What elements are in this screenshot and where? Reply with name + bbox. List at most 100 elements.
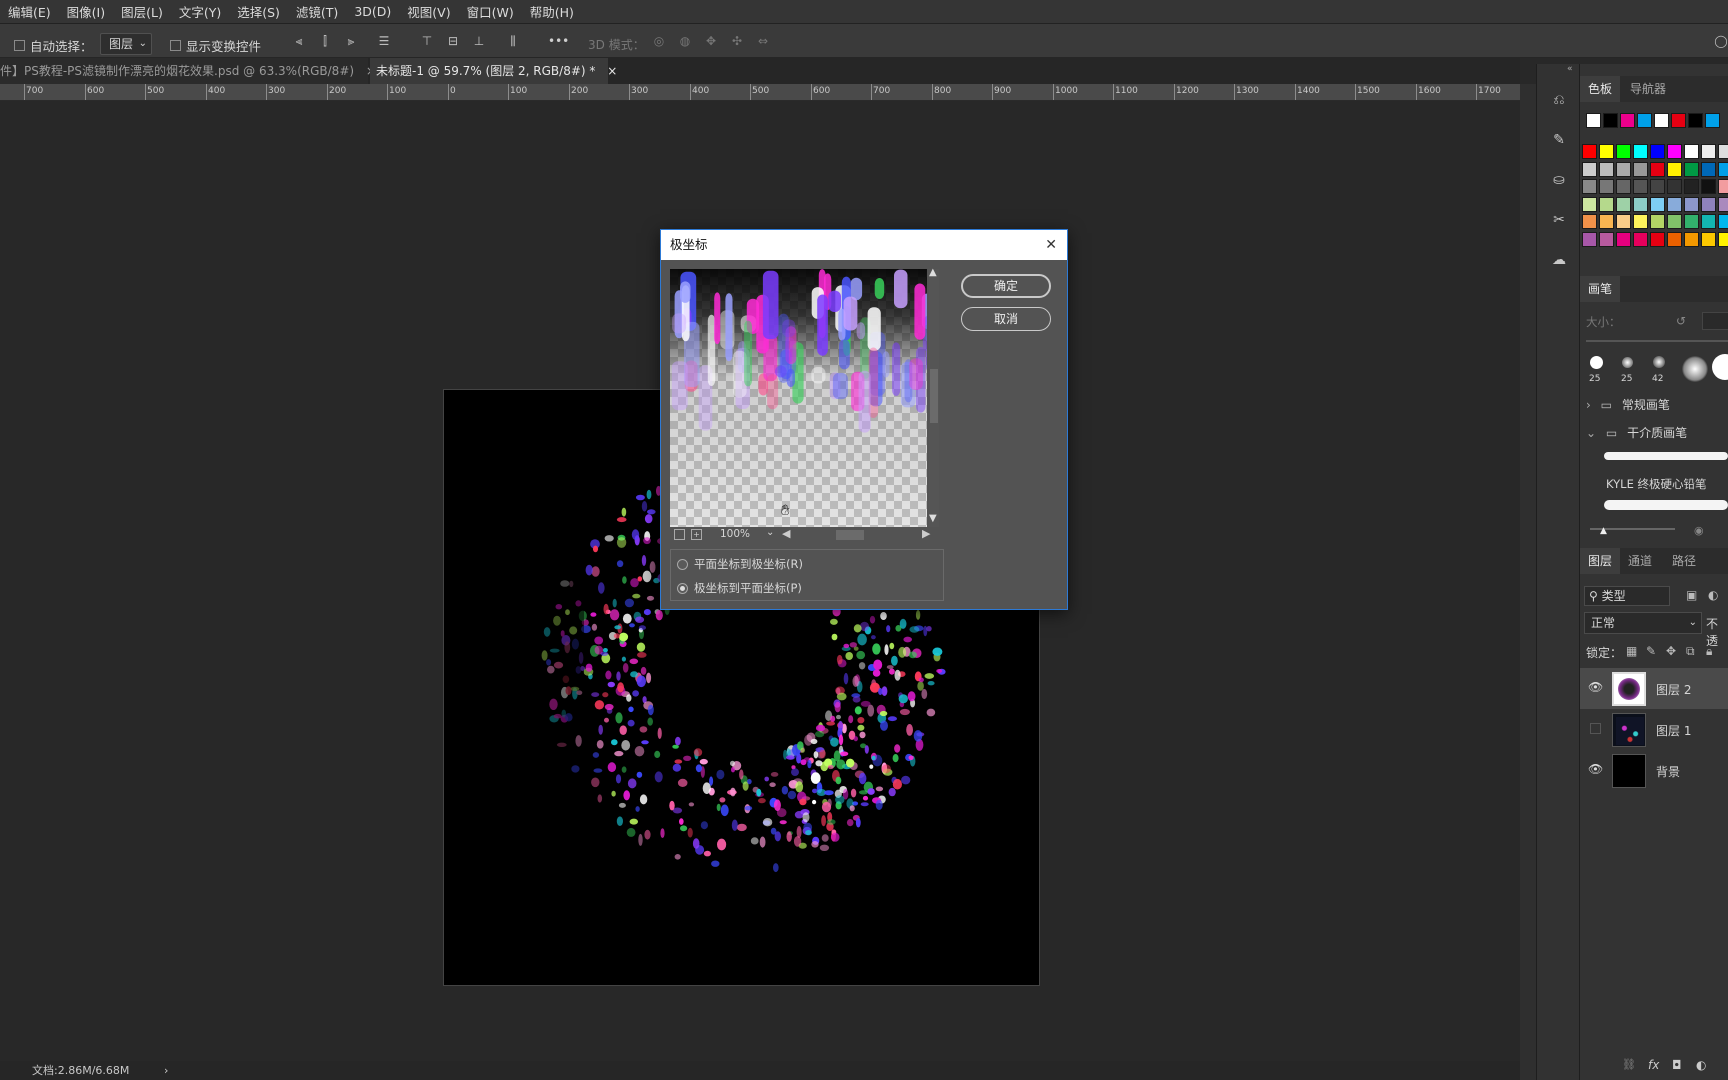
swatch[interactable]	[1599, 196, 1614, 212]
tab-fireworks-psd[interactable]: 件】PS教程-PS滤镜制作漂亮的烟花效果.psd @ 63.3%(RGB/8#)…	[0, 58, 376, 84]
swatch[interactable]	[1616, 214, 1631, 229]
tab-swatches[interactable]: 色板	[1580, 76, 1621, 102]
swatch[interactable]	[1667, 144, 1682, 159]
link-icon[interactable]: ⛓	[1622, 1058, 1636, 1071]
history-icon[interactable]: ⎌	[1547, 88, 1571, 112]
3d-slide-icon[interactable]: ✣	[730, 34, 744, 48]
cancel-button[interactable]: 取消	[961, 307, 1051, 331]
swatch[interactable]	[1654, 113, 1669, 128]
brush-size-input[interactable]	[1702, 312, 1728, 330]
align-top-icon[interactable]: ⊤	[420, 34, 434, 48]
brush-name[interactable]: KYLE 终极硬心铅笔	[1606, 476, 1706, 492]
menu-select[interactable]: 选择(S)	[229, 2, 288, 21]
swatch[interactable]	[1599, 231, 1614, 247]
swatch[interactable]	[1667, 161, 1682, 177]
preview-vscroll[interactable]: ▲ ▼	[929, 267, 939, 527]
swatch[interactable]	[1582, 231, 1597, 247]
zoom-out-icon[interactable]	[674, 529, 685, 540]
dialog-titlebar[interactable]: 极坐标 ✕	[661, 230, 1067, 260]
align-right-icon[interactable]: ⫸	[344, 34, 358, 48]
adjustment-filter-icon[interactable]: ◐	[1708, 588, 1718, 602]
swatch[interactable]	[1599, 214, 1614, 229]
swatch[interactable]	[1718, 161, 1728, 177]
swatch[interactable]	[1688, 113, 1703, 128]
menu-filter[interactable]: 滤镜(T)	[288, 2, 346, 21]
swatch[interactable]	[1667, 231, 1682, 247]
swatch[interactable]	[1701, 179, 1716, 194]
swatch[interactable]	[1705, 113, 1720, 128]
scroll-up-icon[interactable]: ▲	[929, 267, 937, 278]
tab-navigator[interactable]: 导航器	[1622, 76, 1674, 102]
swatch[interactable]	[1616, 144, 1631, 159]
hscroll-thumb[interactable]	[836, 530, 864, 540]
swatch[interactable]	[1718, 179, 1728, 194]
radio-polar-to-rect[interactable]	[677, 583, 688, 594]
swatch[interactable]	[1718, 144, 1728, 159]
clone-source-icon[interactable]: ⛀	[1547, 168, 1571, 192]
swatch[interactable]	[1616, 179, 1631, 194]
swatch[interactable]	[1599, 179, 1614, 194]
filter-preview[interactable]: ✋︎	[670, 269, 927, 527]
eye-icon[interactable]: ◉	[1694, 524, 1704, 537]
close-icon[interactable]: ✕	[1045, 230, 1057, 260]
eye-icon[interactable]: 👁︎	[1588, 762, 1603, 776]
scroll-down-icon[interactable]: ▼	[929, 513, 937, 524]
brush-tip[interactable]	[1590, 356, 1603, 369]
lock-all-icon[interactable]: 🔒︎	[1706, 644, 1712, 659]
brush-tip[interactable]	[1653, 356, 1665, 368]
swatch[interactable]	[1684, 196, 1699, 212]
menu-image[interactable]: 图像(I)	[59, 2, 113, 21]
menu-edit[interactable]: 编辑(E)	[0, 2, 59, 21]
swatch[interactable]	[1637, 113, 1652, 128]
swatch[interactable]	[1684, 144, 1699, 159]
menu-layer[interactable]: 图层(L)	[113, 2, 171, 21]
swatch[interactable]	[1667, 179, 1682, 194]
libraries-icon[interactable]: ☁	[1547, 248, 1571, 272]
close-icon[interactable]: ×	[607, 64, 617, 78]
brush-settings-icon[interactable]: ✎	[1547, 128, 1571, 152]
swatch[interactable]	[1701, 196, 1716, 212]
fx-button[interactable]: fx	[1648, 1058, 1659, 1072]
brush-group-dry[interactable]: ⌄ ▭ 干介质画笔	[1586, 424, 1687, 441]
swatch[interactable]	[1684, 161, 1699, 177]
swatch[interactable]	[1582, 144, 1597, 159]
mask-icon[interactable]: ◘	[1672, 1058, 1682, 1072]
menu-3d[interactable]: 3D(D)	[346, 4, 399, 19]
swatch[interactable]	[1650, 144, 1665, 159]
swatch[interactable]	[1582, 214, 1597, 229]
swatch[interactable]	[1633, 179, 1648, 194]
swatch[interactable]	[1684, 231, 1699, 247]
vertical-scrollbar[interactable]	[1520, 84, 1536, 1080]
swatch[interactable]	[1633, 161, 1648, 177]
swatch[interactable]	[1616, 196, 1631, 212]
align-bottom-icon[interactable]: ⊥	[472, 34, 486, 48]
lock-paint-icon[interactable]: ✎	[1646, 644, 1656, 658]
swatch[interactable]	[1582, 179, 1597, 194]
tab-layers[interactable]: 图层	[1580, 548, 1621, 574]
align-vcenter-icon[interactable]: ⊟	[446, 34, 460, 48]
swatch[interactable]	[1650, 231, 1665, 247]
search-icon[interactable]: ◯	[1714, 34, 1728, 48]
swatch[interactable]	[1671, 113, 1686, 128]
tab-paths[interactable]: 路径	[1664, 548, 1704, 574]
distribute-vertical-icon[interactable]: ⫼	[506, 34, 520, 48]
lock-transparency-icon[interactable]: ▦	[1626, 644, 1637, 658]
swatch[interactable]	[1701, 214, 1716, 229]
tab-untitled-1[interactable]: 未标题-1 @ 59.7% (图层 2, RGB/8#) * ×	[370, 58, 617, 84]
visibility-toggle[interactable]	[1590, 723, 1601, 734]
zoom-in-icon[interactable]: +	[691, 529, 702, 540]
swatch[interactable]	[1582, 196, 1597, 212]
swatch[interactable]	[1650, 179, 1665, 194]
tab-channels[interactable]: 通道	[1620, 548, 1660, 574]
brush-group-general[interactable]: › ▭ 常规画笔	[1586, 396, 1670, 413]
3d-scale-icon[interactable]: ⇔	[756, 34, 770, 48]
tab-brush[interactable]: 画笔	[1580, 276, 1621, 302]
menu-window[interactable]: 窗口(W)	[459, 2, 522, 21]
swatch[interactable]	[1718, 214, 1728, 229]
swatch[interactable]	[1667, 196, 1682, 212]
chevron-down-icon[interactable]: ⌄	[766, 527, 774, 538]
scroll-thumb[interactable]	[930, 369, 938, 423]
layer-row-background[interactable]: 👁︎ 背景	[1580, 750, 1728, 791]
swatch[interactable]	[1684, 179, 1699, 194]
swatch[interactable]	[1684, 214, 1699, 229]
